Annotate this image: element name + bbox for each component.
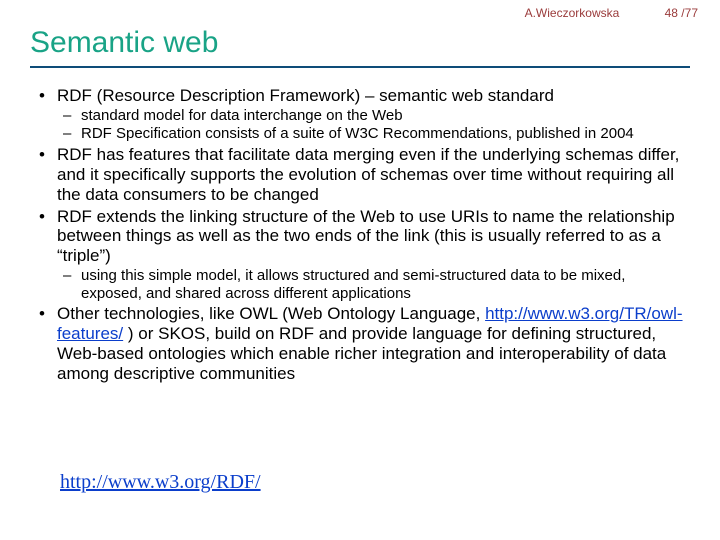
bullet-text-pre: Other technologies, like OWL (Web Ontolo… (57, 304, 485, 323)
bullet-text: RDF Specification consists of a suite of… (81, 125, 634, 142)
bullet-list: RDF (Resource Description Framework) – s… (35, 86, 685, 384)
bullet-text: standard model for data interchange on t… (81, 107, 403, 124)
bullet-text: RDF (Resource Description Framework) – s… (57, 86, 554, 105)
rdf-link[interactable]: http://www.w3.org/RDF/ (60, 471, 261, 493)
list-item: RDF (Resource Description Framework) – s… (57, 86, 685, 143)
bullet-text: RDF has features that facilitate data me… (57, 145, 679, 204)
page-title: Semantic web (30, 26, 218, 60)
author-label: A.Wieczorkowska (525, 6, 620, 20)
footer-link-container: http://www.w3.org/RDF/ (60, 471, 261, 494)
sub-list: using this simple model, it allows struc… (57, 267, 685, 302)
list-item: standard model for data interchange on t… (81, 107, 685, 125)
list-item: using this simple model, it allows struc… (81, 267, 685, 302)
title-underline (30, 66, 690, 68)
bullet-text: using this simple model, it allows struc… (81, 267, 625, 302)
list-item: RDF has features that facilitate data me… (57, 145, 685, 205)
list-item: RDF extends the linking structure of the… (57, 207, 685, 303)
page-number: 48 /77 (665, 6, 698, 20)
list-item: Other technologies, like OWL (Web Ontolo… (57, 304, 685, 384)
list-item: RDF Specification consists of a suite of… (81, 125, 685, 143)
slide: A.Wieczorkowska 48 /77 Semantic web RDF … (0, 0, 720, 540)
header-meta: A.Wieczorkowska 48 /77 (525, 6, 698, 20)
content-area: RDF (Resource Description Framework) – s… (35, 86, 685, 386)
bullet-text-post: ) or SKOS, build on RDF and provide lang… (57, 324, 666, 383)
sub-list: standard model for data interchange on t… (57, 107, 685, 143)
bullet-text: RDF extends the linking structure of the… (57, 207, 675, 266)
